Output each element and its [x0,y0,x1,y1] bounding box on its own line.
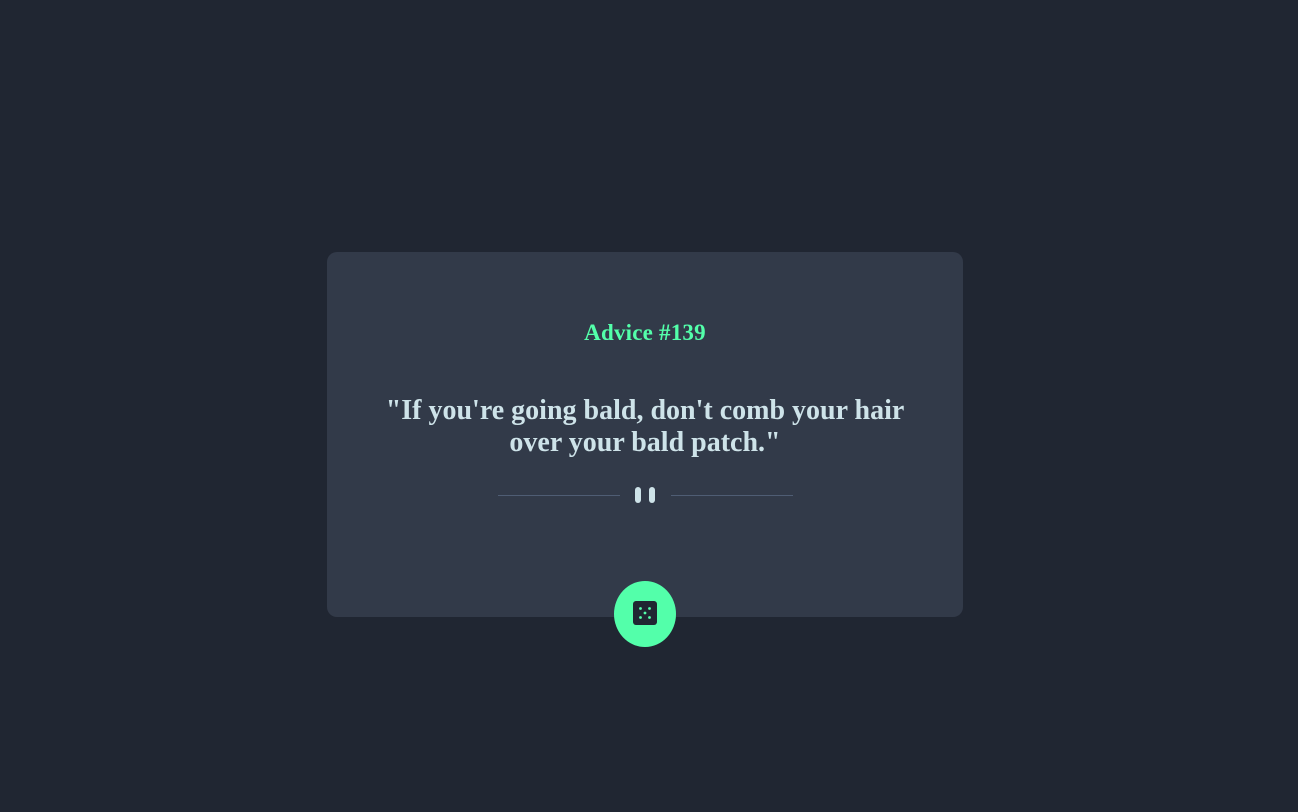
advice-text: "If you're going bald, don't comb your h… [385,395,905,458]
divider-line-left [498,495,620,496]
pause-bar [649,487,655,503]
pause-bar [635,487,641,503]
generate-advice-button[interactable] [614,581,676,647]
divider-line-right [671,495,793,496]
advice-card: Advice #139 "If you're going bald, don't… [327,252,963,617]
dice-icon [633,601,657,625]
divider [498,486,793,504]
pause-icon [635,487,657,503]
advice-id: Advice #139 [584,320,706,345]
